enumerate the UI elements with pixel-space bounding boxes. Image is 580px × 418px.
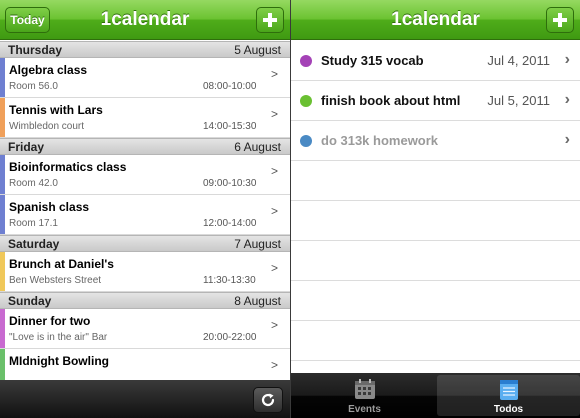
day-date: 8 August xyxy=(234,294,281,308)
day-name: Sunday xyxy=(8,294,52,308)
event-color-stripe xyxy=(0,98,5,137)
chevron-right-icon: > xyxy=(271,261,279,275)
event-title: Spanish class xyxy=(9,200,90,214)
todos-title: 1calendar xyxy=(391,9,480,30)
chevron-right-icon: › xyxy=(564,131,570,148)
todo-title: Study 315 vocab xyxy=(321,53,424,68)
calendar-icon xyxy=(355,379,375,399)
todo-title: do 313k homework xyxy=(321,133,439,148)
event-title: Dinner for two xyxy=(9,314,91,328)
day-header: Thursday 5 August xyxy=(0,41,290,58)
empty-row xyxy=(291,241,580,281)
event-title: Brunch at Daniel's xyxy=(9,257,114,271)
chevron-right-icon: > xyxy=(271,318,279,332)
day-date: 7 August xyxy=(234,237,281,251)
event-color-stripe xyxy=(0,252,5,291)
plus-icon xyxy=(553,13,567,27)
todo-row[interactable]: Study 315 vocab Jul 4, 2011 › xyxy=(291,41,580,81)
add-todo-button[interactable] xyxy=(546,7,574,33)
plus-icon xyxy=(263,13,277,27)
event-time: 12:00-14:00 xyxy=(203,218,257,229)
day-date: 5 August xyxy=(234,43,281,57)
todo-title: finish book about html xyxy=(321,93,461,108)
day-header: Friday 6 August xyxy=(0,138,290,155)
event-color-stripe xyxy=(0,58,5,97)
chevron-right-icon: > xyxy=(271,67,279,81)
event-time: 14:00-15:30 xyxy=(203,121,257,132)
todo-color-dot xyxy=(300,55,312,67)
event-color-stripe xyxy=(0,195,5,234)
chevron-right-icon: > xyxy=(271,107,279,121)
empty-row xyxy=(291,161,580,201)
refresh-button[interactable] xyxy=(253,387,283,413)
event-row[interactable]: Dinner for two "Love is in the air" Bar 20… xyxy=(0,309,290,349)
refresh-icon xyxy=(261,393,275,407)
event-location: Room 42.0 xyxy=(9,178,58,189)
event-row[interactable]: Bioinformatics class Room 42.0 09:00-10:30… xyxy=(0,155,290,195)
notepad-icon xyxy=(500,380,518,400)
empty-row xyxy=(291,321,580,361)
day-header: Sunday 8 August xyxy=(0,292,290,309)
calendar-title: 1calendar xyxy=(100,9,190,30)
chevron-right-icon: > xyxy=(271,358,279,372)
event-location: "Love is in the air" Bar xyxy=(9,332,108,343)
todo-color-dot xyxy=(300,135,312,147)
empty-row xyxy=(291,281,580,321)
tab-events[interactable]: Events xyxy=(293,375,436,416)
calendar-screen: Today 1calendar Thursday 5 August Algebra … xyxy=(0,0,290,418)
event-title: Bioinformatics class xyxy=(9,160,127,174)
chevron-right-icon: > xyxy=(271,164,279,178)
app-screens: Today 1calendar Thursday 5 August Algebra … xyxy=(0,0,580,418)
day-name: Thursday xyxy=(8,43,63,57)
todo-date: Jul 4, 2011 xyxy=(487,53,550,68)
event-color-stripe xyxy=(0,155,5,194)
tab-bar: Events Todos xyxy=(291,373,580,418)
add-event-button[interactable] xyxy=(256,7,284,33)
empty-row xyxy=(291,201,580,241)
event-time: 20:00-22:00 xyxy=(203,332,257,343)
event-time: 11:30-13:30 xyxy=(203,275,256,286)
todo-date: Jul 5, 2011 xyxy=(487,93,550,108)
todo-list: Study 315 vocab Jul 4, 2011 › finish book a… xyxy=(291,41,580,361)
event-title: Algebra class xyxy=(9,63,88,77)
calendar-toolbar xyxy=(0,380,290,418)
event-row[interactable]: Brunch at Daniel's Ben Websters Street 11:… xyxy=(0,252,290,292)
todo-row[interactable]: do 313k homework › xyxy=(291,121,580,161)
chevron-right-icon: › xyxy=(564,91,570,108)
event-location: Room 56.0 xyxy=(9,81,58,92)
event-row[interactable]: Tennis with Lars Wimbledon court 14:00-15:… xyxy=(0,98,290,138)
event-color-stripe xyxy=(0,309,5,348)
event-time: 09:00-10:30 xyxy=(203,178,257,189)
event-location: Ben Websters Street xyxy=(9,275,102,286)
event-time: 08:00-10:00 xyxy=(203,81,257,92)
chevron-right-icon: > xyxy=(271,204,279,218)
chevron-right-icon: › xyxy=(564,51,570,68)
calendar-navbar: Today 1calendar xyxy=(0,0,290,40)
day-name: Friday xyxy=(8,140,45,154)
tab-todos[interactable]: Todos xyxy=(437,375,580,416)
event-row[interactable]: Algebra class Room 56.0 08:00-10:00 > xyxy=(0,58,290,98)
tab-todos-label: Todos xyxy=(493,404,524,415)
event-list: Thursday 5 August Algebra class Room 56.0 08… xyxy=(0,41,290,389)
tab-events-label: Events xyxy=(348,404,381,415)
event-location: Wimbledon court xyxy=(9,121,85,132)
day-date: 6 August xyxy=(234,140,281,154)
event-location: Room 17.1 xyxy=(9,218,58,229)
todos-navbar: 1calendar xyxy=(291,0,580,40)
todo-color-dot xyxy=(300,95,312,107)
event-title: Tennis with Lars xyxy=(9,103,103,117)
todo-row[interactable]: finish book about html Jul 5, 2011 › xyxy=(291,81,580,121)
event-row[interactable]: Spanish class Room 17.1 12:00-14:00 > xyxy=(0,195,290,235)
todos-screen: 1calendar Study 315 vocab Jul 4, 2011 › fin… xyxy=(290,0,580,418)
day-header: Saturday 7 August xyxy=(0,235,290,252)
event-title: MIdnight Bowling xyxy=(9,354,109,368)
day-name: Saturday xyxy=(8,237,60,251)
